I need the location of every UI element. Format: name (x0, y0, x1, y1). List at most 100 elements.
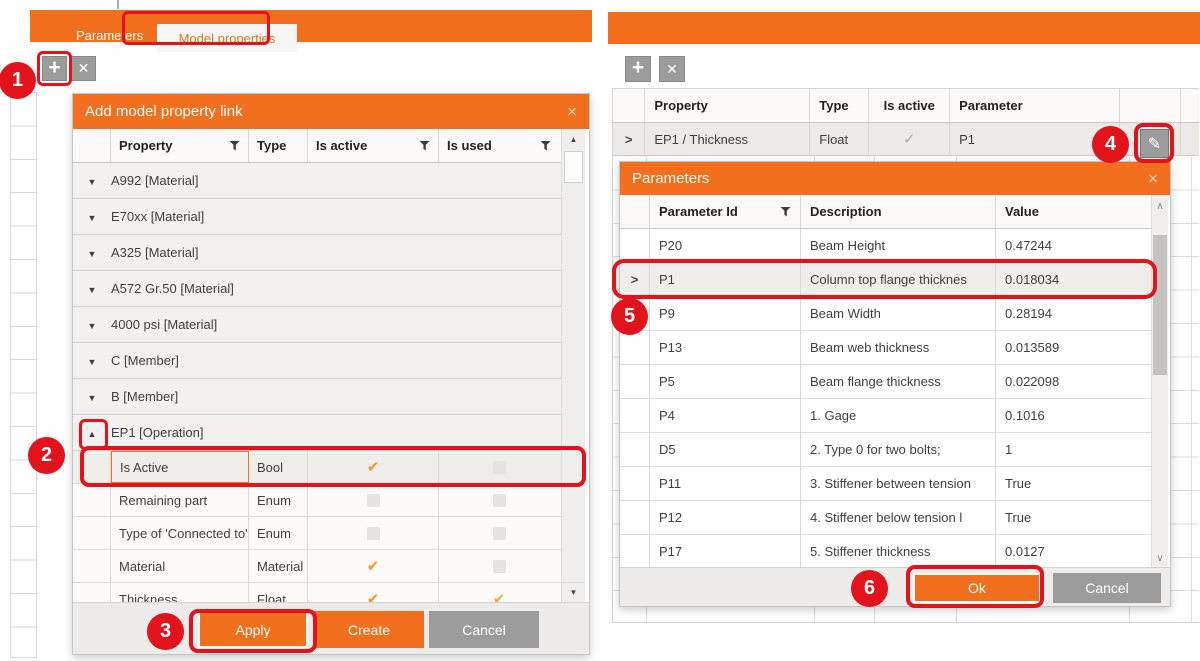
apply-button[interactable]: Apply (198, 611, 308, 648)
cell-value: 0.28194 (1005, 306, 1052, 321)
parameter-row-p17[interactable]: P17 5. Stiffener thickness 0.0127 (620, 535, 1151, 569)
delete-property-link-button[interactable]: ✕ (71, 56, 96, 81)
filter-icon[interactable] (780, 206, 791, 217)
filter-icon[interactable] (419, 140, 430, 151)
scrollbar-thumb[interactable] (1153, 235, 1167, 375)
dialog-footer: Ok Cancel (620, 567, 1170, 606)
parameter-row-p5[interactable]: P5 Beam flange thickness 0.022098 (620, 365, 1151, 399)
group-label: A572 Gr.50 [Material] (111, 281, 234, 296)
add-property-link-button[interactable]: + (625, 56, 651, 82)
column-value: Value (1005, 204, 1039, 219)
cell-parameter-id: P13 (650, 331, 801, 364)
cell-value: 0.018034 (1005, 272, 1060, 287)
checkbox-is-active[interactable] (365, 459, 381, 475)
row-expander-icon[interactable]: > (625, 132, 633, 147)
scroll-down-icon[interactable]: ▼ (562, 582, 585, 602)
create-button[interactable]: Create (314, 611, 424, 648)
ok-button[interactable]: Ok (913, 573, 1041, 603)
group-row-4000psi[interactable]: 4000 psi [Material] (73, 307, 561, 343)
left-tab-parameters[interactable]: Parameters (76, 28, 143, 43)
column-type: Type (249, 129, 308, 162)
cell-description: 2. Type 0 for two bolts; (801, 433, 996, 466)
cell-parameter-id: P12 (650, 501, 801, 534)
parameter-row-p1[interactable]: > P1 Column top flange thicknes 0.018034 (620, 263, 1151, 297)
filter-icon[interactable] (229, 140, 240, 151)
group-row-a325[interactable]: A325 [Material] (73, 235, 561, 271)
collapse-arrow-icon[interactable] (73, 245, 111, 260)
checkbox-is-active[interactable] (365, 558, 381, 574)
scroll-up-icon[interactable]: ∧ (1152, 197, 1168, 215)
cell-parameter-id: P9 (650, 297, 801, 330)
collapse-arrow-icon[interactable] (73, 209, 111, 224)
parametric-modeling-screenshot: Parameters Model properties + ✕ Add mode… (0, 0, 1200, 661)
group-label: B [Member] (111, 389, 179, 404)
collapse-arrow-icon[interactable] (73, 317, 111, 332)
add-property-link-button[interactable]: + (42, 56, 67, 81)
cell-description: Beam web thickness (801, 331, 996, 364)
parameter-row-p4[interactable]: P4 1. Gage 0.1016 (620, 399, 1151, 433)
group-row-ep1-operation[interactable]: EP1 [Operation] (73, 415, 561, 451)
parameters-dialog: Parameters × Parameter Id Description Va… (619, 161, 1171, 607)
group-row-c-member[interactable]: C [Member] (73, 343, 561, 379)
parameter-row-p20[interactable]: P20 Beam Height 0.47244 (620, 229, 1151, 263)
group-row-b-member[interactable]: B [Member] (73, 379, 561, 415)
property-row-is-active[interactable]: Is Active Bool (73, 451, 561, 484)
cancel-button[interactable]: Cancel (429, 611, 539, 648)
column-is-active: Is active (869, 89, 951, 122)
cancel-button[interactable]: Cancel (1053, 573, 1161, 603)
close-icon[interactable]: × (1148, 169, 1158, 189)
checkbox-is-used[interactable] (491, 492, 507, 508)
cell-value: True (1005, 510, 1032, 525)
property-row-thickness[interactable]: Thickness Float (73, 583, 561, 604)
checkbox-is-used[interactable] (491, 558, 507, 574)
dialog-title-bar[interactable]: Add model property link × (73, 94, 589, 129)
cell-property: EP1 / Thickness (645, 123, 811, 155)
parameter-row-p13[interactable]: P13 Beam web thickness 0.013589 (620, 331, 1151, 365)
filter-icon[interactable] (540, 140, 551, 151)
cell-parameter-id: P11 (650, 467, 801, 500)
group-row-e70xx[interactable]: E70xx [Material] (73, 199, 561, 235)
cell-property: Is Active (111, 451, 249, 483)
collapse-arrow-icon[interactable] (73, 389, 111, 404)
right-tab-bar: Parameters Model properties (608, 12, 1200, 44)
group-row-a992[interactable]: A992 [Material] (73, 163, 561, 199)
scrollbar-thumb[interactable] (564, 151, 583, 183)
column-is-active: Is active (316, 138, 368, 153)
scroll-down-icon[interactable]: ∨ (1152, 549, 1168, 567)
property-row-type-of-connected-to[interactable]: Type of 'Connected to' Enum (73, 517, 561, 550)
cell-description: 4. Stiffener below tension l (801, 501, 996, 534)
collapse-arrow-icon[interactable] (73, 353, 111, 368)
dialog-title-bar[interactable]: Parameters × (620, 162, 1170, 195)
parameter-row-d5[interactable]: D5 2. Type 0 for two bolts; 1 (620, 433, 1151, 467)
cell-value: 0.1016 (1005, 408, 1045, 423)
checkbox-is-active[interactable] (365, 492, 381, 508)
checkbox-is-used[interactable] (491, 459, 507, 475)
checkbox-is-active[interactable] (365, 525, 381, 541)
column-property: Property (645, 89, 811, 122)
cell-parameter-id: P4 (650, 399, 801, 432)
cell-description: Beam Width (801, 297, 996, 330)
close-icon[interactable]: × (567, 102, 577, 122)
row-expander-icon[interactable]: > (631, 272, 639, 287)
vertical-scrollbar[interactable]: ▲ ▼ (561, 129, 585, 602)
parameter-row-p12[interactable]: P12 4. Stiffener below tension l True (620, 501, 1151, 535)
cell-type: Enum (249, 517, 308, 549)
cell-parameter-id: P17 (650, 535, 801, 568)
parameter-row-p9[interactable]: P9 Beam Width 0.28194 (620, 297, 1151, 331)
collapse-arrow-icon[interactable] (73, 425, 111, 440)
property-row-material[interactable]: Material Material (73, 550, 561, 583)
group-row-a572[interactable]: A572 Gr.50 [Material] (73, 271, 561, 307)
delete-property-link-button[interactable]: ✕ (659, 56, 685, 82)
cell-type: Enum (249, 484, 308, 516)
checkbox-is-used[interactable] (491, 525, 507, 541)
vertical-scrollbar[interactable]: ∧ ∨ (1151, 195, 1168, 569)
cell-parameter-id: D5 (650, 433, 801, 466)
collapse-arrow-icon[interactable] (73, 281, 111, 296)
scroll-up-icon[interactable]: ▲ (562, 129, 585, 149)
collapse-arrow-icon[interactable] (73, 173, 111, 188)
property-row-remaining-part[interactable]: Remaining part Enum (73, 484, 561, 517)
left-tab-model-properties[interactable]: Model properties (157, 24, 297, 52)
edit-parameter-button[interactable]: ✎ (1140, 129, 1169, 158)
parameter-row-p11[interactable]: P11 3. Stiffener between tension True (620, 467, 1151, 501)
column-parameter-id: Parameter Id (659, 204, 738, 219)
